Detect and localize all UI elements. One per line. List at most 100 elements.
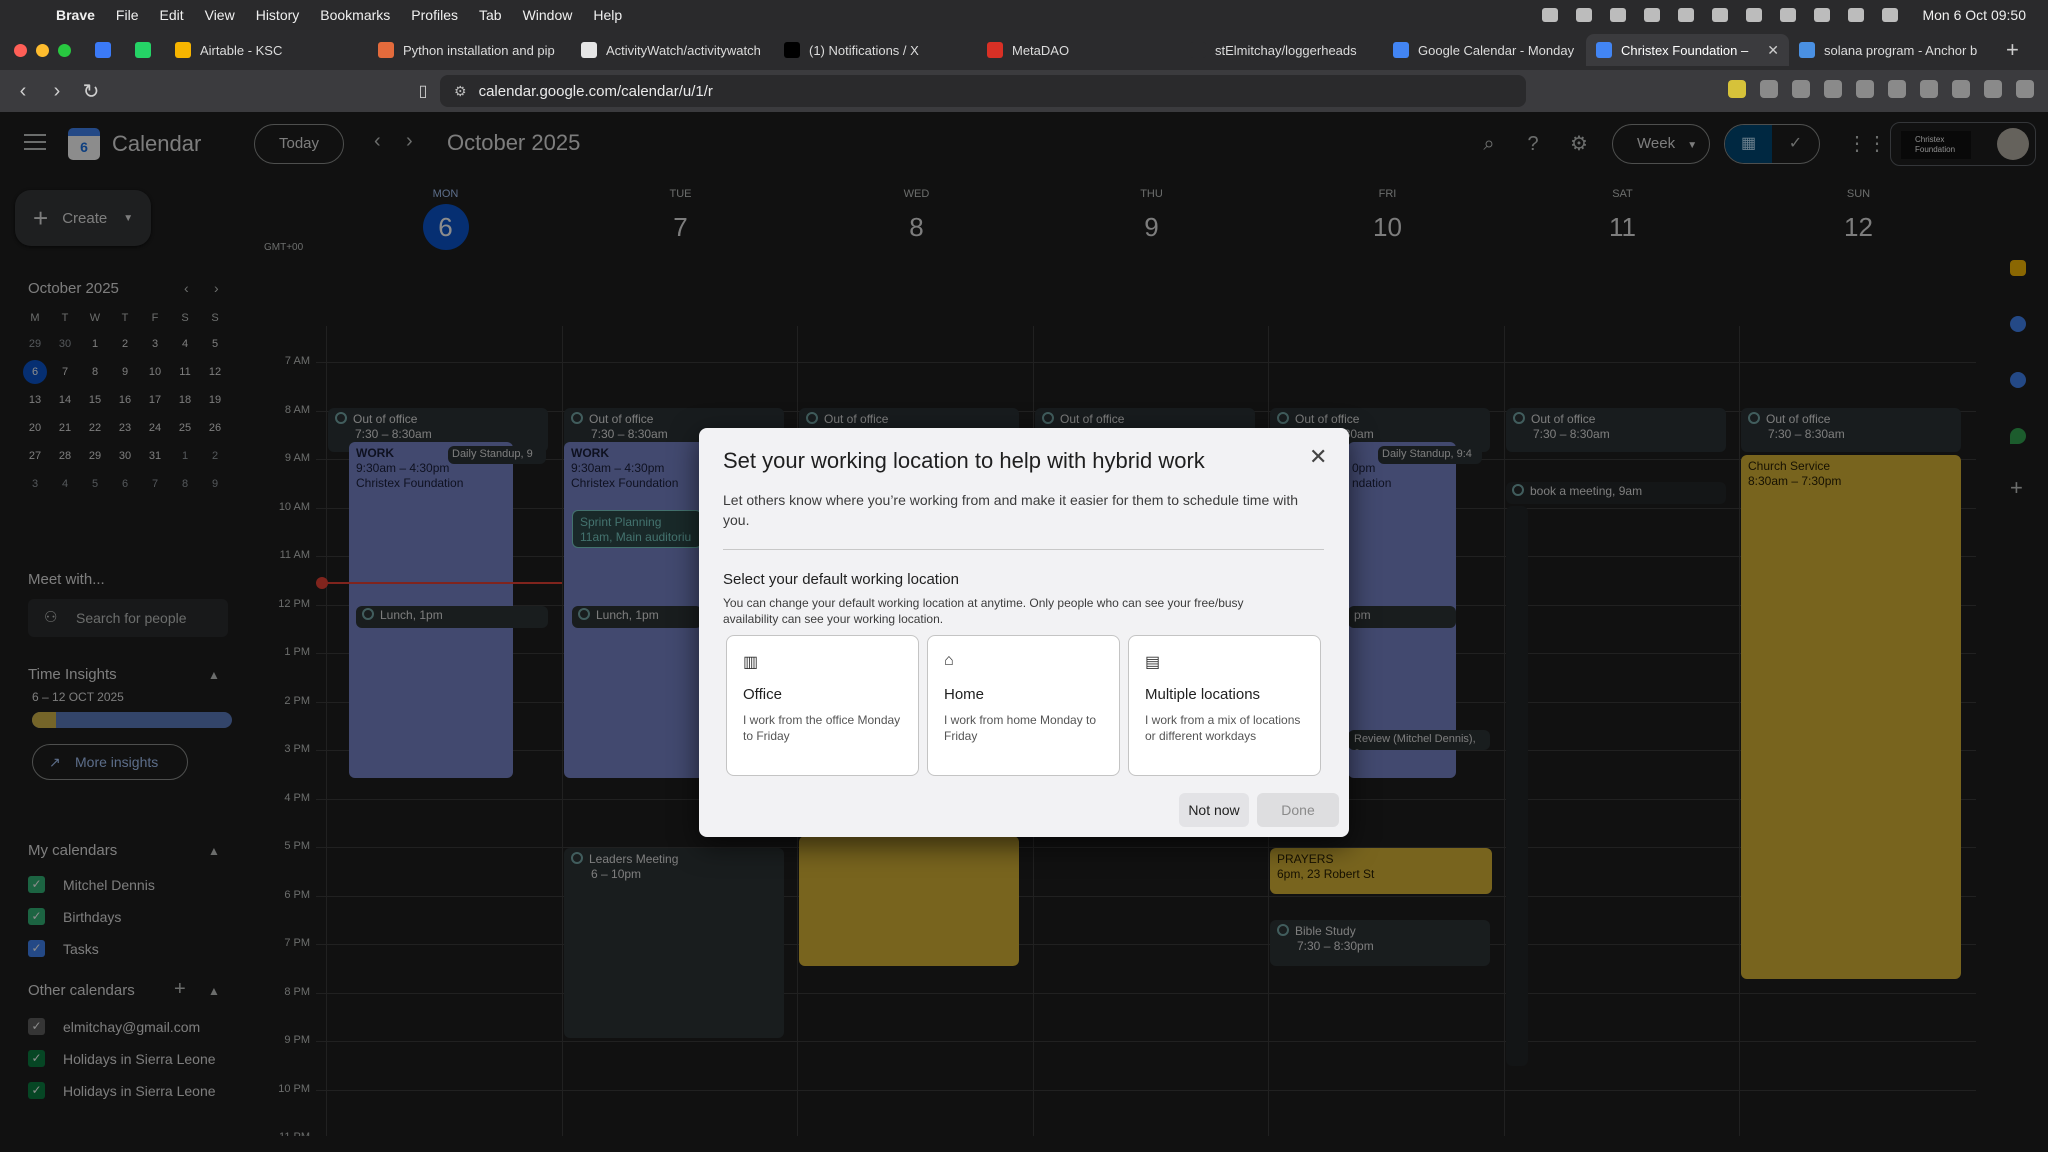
menu-profiles[interactable]: Profiles	[411, 7, 458, 23]
menu-brave[interactable]: Brave	[56, 7, 95, 23]
browser-tab-strip: Airtable - KSC Python installation and p…	[0, 30, 2048, 70]
tab-title: Christex Foundation –	[1621, 42, 1749, 58]
menu-help[interactable]: Help	[593, 7, 622, 23]
status-app-icon[interactable]	[1542, 8, 1559, 22]
option-description: I work from a mix of locations or differ…	[1145, 713, 1301, 743]
browser-tab[interactable]	[125, 34, 165, 66]
back-arrow-icon[interactable]: ‹	[6, 80, 40, 103]
dialog-description: Let others know where you’re working fro…	[723, 492, 1299, 528]
spotlight-search-icon[interactable]	[1848, 8, 1865, 22]
tab-title: stElmitchay/loggerheads	[1215, 42, 1357, 58]
new-tab-button[interactable]: +	[2006, 37, 2019, 63]
keyboard-icon[interactable]	[1746, 8, 1763, 22]
tab-title: Python installation and pip	[403, 42, 555, 58]
dialog-subtitle: Select your default working location	[723, 571, 959, 588]
dialog-note: You can change your default working loca…	[723, 596, 1244, 626]
option-title: Office	[743, 686, 782, 703]
tab-title: solana program - Anchor b	[1824, 42, 1978, 58]
browser-tab[interactable]: stElmitchay/loggerheads	[1180, 34, 1383, 66]
forward-arrow-icon[interactable]: ›	[40, 80, 74, 103]
extension-icon[interactable]	[1760, 80, 1778, 98]
tab-favicon	[175, 42, 191, 58]
close-icon[interactable]: ✕	[1309, 444, 1327, 470]
menu-tab[interactable]: Tab	[479, 7, 502, 23]
multiple-locations-icon: ▤	[1145, 654, 1161, 671]
site-settings-icon[interactable]: ⚙	[454, 83, 467, 100]
tab-title: MetaDAO	[1012, 42, 1070, 58]
tab-favicon	[95, 42, 111, 58]
tab-title: Airtable - KSC	[200, 42, 283, 58]
tab-title: Google Calendar - Monday	[1418, 42, 1575, 58]
address-url[interactable]: calendar.google.com/calendar/u/1/r	[479, 83, 713, 100]
menu-edit[interactable]: Edit	[159, 7, 183, 23]
option-description: I work from home Monday to Friday	[944, 713, 1097, 743]
bookmark-icon[interactable]: ▯	[406, 81, 440, 101]
tab-favicon	[1799, 42, 1815, 58]
tab-favicon	[784, 42, 800, 58]
option-office[interactable]: ▥ Office I work from the office Monday t…	[726, 635, 919, 776]
tab-favicon	[1596, 42, 1612, 58]
option-description: I work from the office Monday to Friday	[743, 713, 901, 743]
battery-icon[interactable]	[1814, 8, 1831, 22]
puzzle-icon[interactable]	[1792, 80, 1810, 98]
browser-tab[interactable]	[85, 34, 125, 66]
tab-favicon	[135, 42, 151, 58]
window-controls	[14, 43, 71, 57]
menu-history[interactable]: History	[256, 7, 300, 23]
wallet-icon[interactable]	[1888, 80, 1906, 98]
extension-icon[interactable]	[1728, 80, 1746, 98]
option-title: Multiple locations	[1145, 686, 1261, 703]
building-icon: ▥	[743, 654, 759, 671]
browser-tab[interactable]: Google Calendar - Monday	[1383, 34, 1586, 66]
tab-title: ActivityWatch/activitywatch	[606, 42, 761, 58]
bluetooth-icon[interactable]	[1610, 8, 1627, 22]
headphones-icon[interactable]	[1712, 8, 1729, 22]
tab-favicon	[581, 42, 597, 58]
option-title: Home	[944, 686, 985, 703]
extension-icon[interactable]	[1824, 80, 1842, 98]
menu-file[interactable]: File	[116, 7, 139, 23]
close-tab-icon[interactable]: ✕	[1767, 42, 1779, 59]
extension-icon[interactable]	[1984, 80, 2002, 98]
working-location-dialog: Set your working location to help with h…	[699, 428, 1349, 837]
home-icon: ⌂	[944, 652, 954, 669]
tab-favicon	[987, 42, 1003, 58]
option-home[interactable]: ⌂ Home I work from home Monday to Friday	[927, 635, 1120, 776]
tab-favicon	[1190, 42, 1206, 58]
menu-icon[interactable]	[2016, 80, 2034, 98]
browser-tab[interactable]: MetaDAO	[977, 34, 1180, 66]
status-app-icon[interactable]	[1576, 8, 1593, 22]
vpn-icon[interactable]	[1952, 80, 1970, 98]
zoom-window-button[interactable]	[58, 43, 71, 57]
browser-tab[interactable]: solana program - Anchor b	[1789, 34, 1992, 66]
menu-window[interactable]: Window	[523, 7, 573, 23]
browser-tab[interactable]: Python installation and pip	[368, 34, 571, 66]
leo-ai-icon[interactable]	[1920, 80, 1938, 98]
option-multiple-locations[interactable]: ▤ Multiple locations I work from a mix o…	[1128, 635, 1321, 776]
control-center-icon[interactable]	[1882, 8, 1899, 22]
moon-icon[interactable]	[1678, 8, 1695, 22]
menu-bookmarks[interactable]: Bookmarks	[320, 7, 390, 23]
reload-icon[interactable]: ↻	[74, 79, 108, 104]
not-now-button[interactable]: Not now	[1179, 793, 1249, 827]
sidebar-icon[interactable]	[1856, 80, 1874, 98]
macos-menu-bar: Brave File Edit View History Bookmarks P…	[0, 0, 2048, 30]
wifi-icon[interactable]	[1780, 8, 1797, 22]
browser-toolbar: ‹ › ↻ ▯ ⚙ calendar.google.com/calendar/u…	[0, 70, 2048, 112]
done-button[interactable]: Done	[1257, 793, 1339, 827]
menu-view[interactable]: View	[205, 7, 235, 23]
address-bar[interactable]: ⚙ calendar.google.com/calendar/u/1/r	[440, 75, 1526, 107]
browser-tab[interactable]: Airtable - KSC	[165, 34, 368, 66]
browser-tab-active[interactable]: Christex Foundation – ✕	[1586, 34, 1789, 66]
close-window-button[interactable]	[14, 43, 27, 57]
browser-tab[interactable]: (1) Notifications / X	[774, 34, 977, 66]
browser-tab[interactable]: ActivityWatch/activitywatch	[571, 34, 774, 66]
divider	[723, 549, 1324, 550]
menubar-clock[interactable]: Mon 6 Oct 09:50	[1922, 7, 2026, 23]
tab-title: (1) Notifications / X	[809, 42, 919, 58]
extensions-row	[1728, 80, 2034, 98]
tab-favicon	[378, 42, 394, 58]
minimize-window-button[interactable]	[36, 43, 49, 57]
status-app-icon[interactable]	[1644, 8, 1661, 22]
dialog-title: Set your working location to help with h…	[723, 448, 1205, 473]
